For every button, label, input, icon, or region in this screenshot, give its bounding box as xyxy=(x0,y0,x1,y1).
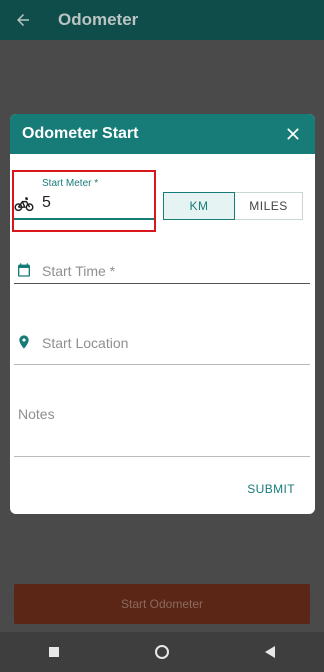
start-time-placeholder: Start Time * xyxy=(42,263,116,279)
start-time-underline xyxy=(14,283,310,284)
notes-field[interactable]: Notes xyxy=(14,400,310,460)
circle-icon[interactable] xyxy=(155,645,169,659)
system-nav-bar xyxy=(0,632,324,672)
square-icon[interactable] xyxy=(47,645,61,659)
triangle-left-icon[interactable] xyxy=(263,645,277,659)
notes-underline xyxy=(14,456,310,457)
unit-toggle: KM MILES xyxy=(163,192,303,222)
dialog-header: Odometer Start xyxy=(10,114,315,154)
map-pin-icon xyxy=(19,335,29,349)
calendar-icon xyxy=(18,263,30,277)
start-location-field[interactable]: Start Location xyxy=(14,328,310,366)
close-icon[interactable] xyxy=(285,126,301,142)
start-location-underline xyxy=(14,364,310,365)
page-title: Odometer xyxy=(58,10,139,29)
start-odometer-button[interactable]: Start Odometer xyxy=(14,584,310,624)
start-time-field[interactable]: Start Time * xyxy=(14,254,310,286)
dialog-title: Odometer Start xyxy=(22,125,139,142)
submit-button[interactable]: SUBMIT xyxy=(247,482,295,496)
arrow-left-icon[interactable] xyxy=(14,11,32,29)
highlight-box xyxy=(12,170,156,232)
km-button[interactable]: KM xyxy=(163,192,235,220)
miles-button[interactable]: MILES xyxy=(235,192,303,220)
notes-placeholder: Notes xyxy=(18,406,55,422)
odometer-start-dialog: Odometer Start Start Meter * 5 KM MILES … xyxy=(10,114,315,514)
start-location-placeholder: Start Location xyxy=(42,335,129,351)
app-bar: Odometer xyxy=(0,0,324,40)
